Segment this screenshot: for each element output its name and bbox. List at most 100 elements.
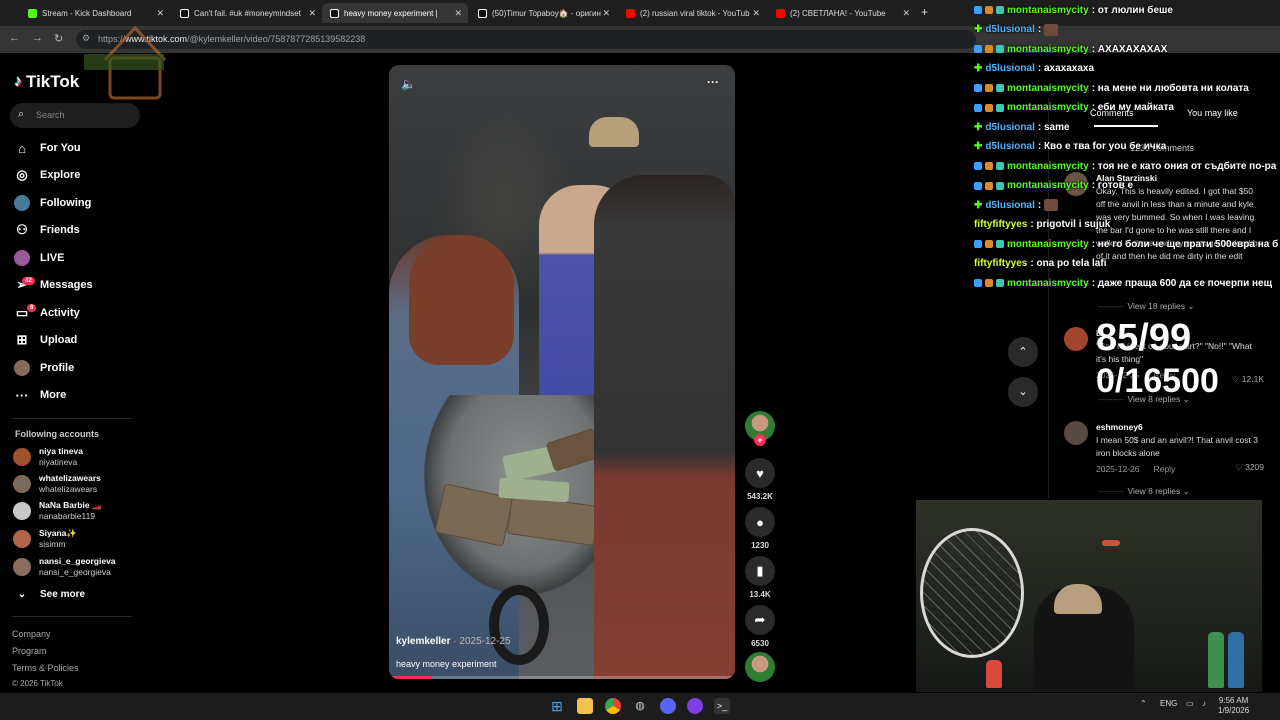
video-progress-bar[interactable] [389,676,735,679]
following-account[interactable]: whatelizawears whatelizawears [13,472,101,496]
close-tab-icon[interactable]: ✕ [902,8,910,19]
close-tab-icon[interactable]: ✕ [602,8,610,19]
browser-tab-tiktok-1[interactable]: Can't fail. #uk #moneymindset ✕ [172,3,322,23]
video-scene-cap [589,117,639,147]
volume-tray-icon[interactable]: ♪ [1202,699,1206,708]
tiktok-logo[interactable]: ♪ TikTok [14,72,79,92]
avatar[interactable] [1064,327,1088,351]
comment-button[interactable]: ● [745,507,775,537]
chrome-icon[interactable] [605,698,621,714]
chat-badge-icon: ✚ [974,24,983,35]
nav-following[interactable]: Following [14,193,91,213]
video-player[interactable]: 🔈 ··· kylemkeller · 2025-12-25 heavy mon… [389,65,735,679]
footer-program-link[interactable]: Program [12,646,47,656]
language-indicator[interactable]: ENG [1160,699,1177,708]
chat-username[interactable]: montanaismycity [1007,44,1089,55]
video-progress-fill [389,676,431,679]
save-button[interactable]: ▮ [745,556,775,586]
chat-badge-icon [996,181,1004,190]
following-account[interactable]: Siyana✨ sisimm [13,527,77,551]
file-explorer-icon[interactable] [577,698,593,714]
close-tab-icon[interactable]: ✕ [454,8,462,19]
nav-friends[interactable]: ⚇ Friends [14,220,80,240]
nav-upload[interactable]: ⊞ Upload [14,330,78,350]
chat-username[interactable]: montanaismycity [1007,239,1089,250]
forward-icon[interactable]: → [32,32,43,44]
network-icon[interactable]: ▭ [1186,699,1194,708]
steam-icon[interactable]: ◍ [632,698,648,714]
close-tab-icon[interactable]: ✕ [308,8,316,19]
browser-tab-tiktok-2[interactable]: (50)Timur Topaboy🏠 - оригин ✕ [470,3,616,23]
chat-username[interactable]: fiftyfiftyyes [974,258,1027,269]
chat-emote [1044,23,1059,36]
view-replies-button[interactable]: ——— View 18 replies ⌄ [1098,301,1194,312]
discord-icon[interactable] [660,698,676,714]
chat-username[interactable]: montanaismycity [1007,278,1089,289]
windows-start-icon[interactable]: ⊞ [549,698,565,714]
chat-message: fiftyfiftyyes : prigotvil i sujuk [974,218,1280,232]
browser-tab-active[interactable]: heavy money experiment | ✕ [322,3,468,23]
reply-button[interactable]: Reply [1153,463,1175,476]
chat-username[interactable]: d5lusional [985,24,1034,35]
following-account[interactable]: niya tineva niyatineva [13,445,83,469]
following-icon [14,195,30,211]
chat-username[interactable]: d5lusional [985,141,1034,152]
video-author[interactable]: kylemkeller · 2025-12-25 [396,636,511,647]
comment-author[interactable]: eshmoney6 [1096,421,1264,434]
nav-profile[interactable]: Profile [14,358,74,378]
chat-username[interactable]: d5lusional [985,200,1034,211]
following-account[interactable]: nansi_e_georgieva nansi_e_georgieva [13,555,116,579]
chat-username[interactable]: montanaismycity [1007,83,1089,94]
chat-badge-icon [974,240,982,248]
chat-username[interactable]: montanaismycity [1007,161,1089,172]
footer-terms-link[interactable]: Terms & Policies [12,663,79,673]
comment-likes[interactable]: ♡ 12.1K [1232,374,1264,385]
chat-username[interactable]: montanaismycity [1007,102,1089,113]
chat-username[interactable]: d5lusional [985,122,1034,133]
app-icon[interactable] [687,698,703,714]
following-account[interactable]: NaNa Barbie 🏎️ nanabarbie119 [13,499,103,523]
chat-text: : ахахахаха [1037,63,1095,74]
tray-chevron-icon[interactable]: ⌃ [1140,699,1147,708]
volume-icon[interactable]: 🔈 [401,77,416,91]
terminal-icon[interactable]: >_ [714,698,730,714]
comment-text: I mean 50$ and an anvil?! That anvil cos… [1096,435,1258,458]
nav-for-you[interactable]: ⌂ For You [14,138,80,158]
browser-tab-youtube-2[interactable]: (2) СВЕТЛАНА! - YouTube ✕ [768,3,916,23]
comment-likes[interactable]: ♡ 3209 [1235,462,1264,473]
browser-tab-youtube-1[interactable]: (2) russian viral tiktok - YouTub ✕ [618,3,766,23]
new-tab-button[interactable]: + [921,5,928,19]
view-replies-button[interactable]: ——— View 8 replies ⌄ [1098,486,1190,497]
footer-company-link[interactable]: Company [12,629,51,639]
back-icon[interactable]: ← [9,32,20,44]
nav-activity[interactable]: ▭ Activity [14,303,80,323]
previous-video-button[interactable]: ⌃ [1008,337,1038,367]
close-tab-icon[interactable]: ✕ [156,8,164,19]
search-input[interactable]: ⌕ Search [10,103,140,128]
chat-badge-icon [974,279,982,287]
avatar[interactable] [1064,421,1088,445]
chat-message: montanaismycity : готов е [974,179,1280,193]
see-more-button[interactable]: ⌄ See more [14,584,85,604]
nav-more[interactable]: ··· More [14,385,67,405]
nav-live[interactable]: LIVE [14,248,64,268]
next-video-button[interactable]: ⌄ [1008,377,1038,407]
youtube-icon [776,8,785,18]
follow-plus-icon[interactable]: + [754,434,766,446]
chat-badge-icon [985,6,993,14]
chat-username[interactable]: d5lusional [985,63,1034,74]
share-button[interactable]: ➦ [745,605,775,635]
chat-username[interactable]: montanaismycity [1007,180,1089,191]
close-tab-icon[interactable]: ✕ [752,8,760,19]
chat-username[interactable]: fiftyfiftyyes [974,219,1027,230]
reload-icon[interactable]: ↻ [54,32,63,45]
like-button[interactable]: ♥ [745,458,775,488]
music-disc-avatar[interactable] [745,652,775,682]
system-clock[interactable]: 9:56 AM 1/9/2026 [1218,696,1249,716]
more-options-icon[interactable]: ··· [707,75,719,89]
chat-badge-icon [996,240,1004,248]
chat-username[interactable]: montanaismycity [1007,5,1089,16]
nav-explore[interactable]: ◎ Explore [14,165,80,185]
url-input[interactable]: ⚙ https://www.tiktok.com/@kylemkeller/vi… [76,30,976,49]
comment-count: 1230 [751,541,769,550]
